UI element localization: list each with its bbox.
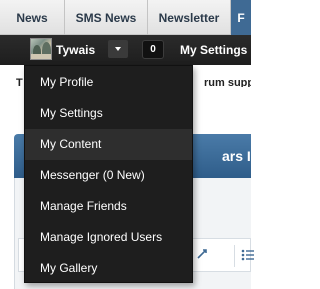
tab-sms-news-label: SMS News [75, 10, 137, 25]
username-link[interactable]: Tywais [56, 35, 95, 65]
topic-title: ars In "V [222, 148, 280, 164]
user-bar: Tywais 0 My Settings [0, 35, 251, 65]
menu-item-my-profile[interactable]: My Profile [25, 67, 192, 98]
tab-newsletter-label: Newsletter [158, 10, 220, 25]
user-dropdown-menu: My Profile My Settings My Content Messen… [24, 65, 193, 283]
tab-more[interactable]: F [231, 0, 251, 35]
notification-count[interactable]: 0 [142, 40, 164, 59]
chevron-down-icon [115, 47, 121, 51]
tab-sms-news[interactable]: SMS News [65, 0, 148, 35]
menu-item-manage-friends[interactable]: Manage Friends [25, 191, 192, 222]
list-icon[interactable] [241, 248, 255, 265]
my-settings-link[interactable]: My Settings [180, 35, 247, 65]
tab-more-label: F [237, 10, 245, 25]
menu-item-messenger[interactable]: Messenger (0 New) [25, 160, 192, 191]
tab-news[interactable]: News [0, 0, 65, 35]
toolbar-divider [234, 245, 235, 267]
top-navigation: News SMS News Newsletter F [0, 0, 251, 35]
tab-newsletter[interactable]: Newsletter [148, 0, 231, 35]
menu-item-my-content[interactable]: My Content [25, 129, 192, 160]
notice-tail: rum suppo [204, 77, 251, 87]
tab-news-label: News [16, 10, 48, 25]
avatar[interactable] [30, 38, 52, 60]
menu-item-my-gallery[interactable]: My Gallery [25, 253, 192, 284]
link-icon[interactable] [195, 247, 209, 264]
notice-lead: T [16, 77, 23, 87]
menu-item-manage-ignored-users[interactable]: Manage Ignored Users [25, 222, 192, 253]
menu-item-my-settings[interactable]: My Settings [25, 98, 192, 129]
user-menu-toggle[interactable] [108, 40, 128, 58]
